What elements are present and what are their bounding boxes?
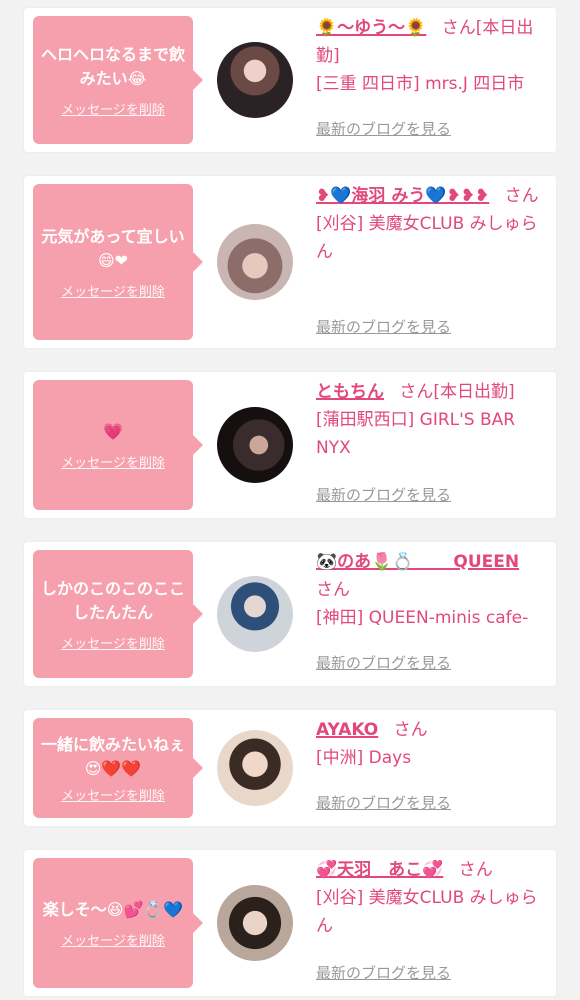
honorific: さん [458,860,493,880]
sender-name-link[interactable]: ともちん [316,382,384,402]
work-status: [本日出勤] [433,382,515,402]
shop-name: [刈谷] 美魔女CLUB みしゅらん [316,214,538,262]
sender-name-link[interactable]: ❥💙海羽 みう💙❥❥❥ [316,186,489,206]
shop-name: [神田] QUEEN-minis cafe- [316,608,529,628]
latest-blog-link[interactable]: 最新のブログを見る [316,316,451,337]
list-item: 楽しそ〜😆💕💍💙 メッセージを削除 💞天羽 あこ💞 さん [刈谷] 美魔女CLU… [24,850,556,996]
avatar[interactable] [217,885,293,961]
honorific: さん [441,18,476,38]
message-bubble: 楽しそ〜😆💕💍💙 メッセージを削除 [33,858,203,988]
shop-name: [三重 四日市] mrs.J 四日市 [316,74,525,94]
delete-message-link[interactable]: メッセージを削除 [61,452,165,471]
message-bubble: ヘロヘロなるまで飲みたい😂 メッセージを削除 [33,16,203,144]
sender-info: 💞天羽 あこ💞 さん [刈谷] 美魔女CLUB みしゅらん [316,856,546,940]
shop-name: [蒲田駅西口] GIRL'S BAR NYX [316,410,516,458]
message-text: 元気があって宜しい😄❤ [41,226,185,270]
message-text: 楽しそ〜😆💕💍💙 [42,899,184,919]
message-bubble: 一緒に飲みたいねぇ😍❤️❤️ メッセージを削除 [33,718,203,818]
message-text: しかのこのこのここしたんたん [41,578,186,622]
message-text: ヘロヘロなるまで飲みたい😂 [41,44,186,88]
honorific: さん [316,580,350,600]
message-bubble: 元気があって宜しい😄❤ メッセージを削除 [33,184,203,340]
sender-info: 🐼のあ🌷💍 QUEEN さん [神田] QUEEN-minis cafe- [316,548,546,632]
list-item: 💗 メッセージを削除 ともちん さん[本日出勤] [蒲田駅西口] GIRL'S … [24,372,556,518]
delete-message-link[interactable]: メッセージを削除 [61,785,165,804]
latest-blog-link[interactable]: 最新のブログを見る [316,118,451,139]
avatar[interactable] [217,730,293,806]
message-text: 💗 [103,421,123,441]
avatar[interactable] [217,224,293,300]
honorific: さん [393,720,428,740]
honorific: さん [504,186,539,206]
latest-blog-link[interactable]: 最新のブログを見る [316,484,451,505]
shop-name: [刈谷] 美魔女CLUB みしゅらん [316,888,538,936]
sender-info: ❥💙海羽 みう💙❥❥❥ さん [刈谷] 美魔女CLUB みしゅらん [316,182,546,266]
latest-blog-link[interactable]: 最新のブログを見る [316,792,451,813]
avatar[interactable] [217,576,293,652]
message-text: 一緒に飲みたいねぇ😍❤️❤️ [41,734,186,778]
list-item: しかのこのこのここしたんたん メッセージを削除 🐼のあ🌷💍 QUEEN さん [… [24,542,556,686]
sender-name-link[interactable]: 💞天羽 あこ💞 [316,860,443,880]
message-bubble: しかのこのこのここしたんたん メッセージを削除 [33,550,203,678]
sender-name-link[interactable]: 🌻〜ゆう〜🌻 [316,18,426,38]
delete-message-link[interactable]: メッセージを削除 [61,633,165,652]
shop-name: [中洲] Days [316,748,412,768]
sender-info: AYAKO さん [中洲] Days [316,716,546,772]
sender-name-link[interactable]: AYAKO [316,720,378,740]
list-item: ヘロヘロなるまで飲みたい😂 メッセージを削除 🌻〜ゆう〜🌻 さん[本日出勤] [… [24,8,556,152]
message-list: ヘロヘロなるまで飲みたい😂 メッセージを削除 🌻〜ゆう〜🌻 さん[本日出勤] [… [0,0,580,1000]
latest-blog-link[interactable]: 最新のブログを見る [316,962,451,983]
avatar[interactable] [217,42,293,118]
message-bubble: 💗 メッセージを削除 [33,380,203,510]
latest-blog-link[interactable]: 最新のブログを見る [316,652,451,673]
avatar[interactable] [217,407,293,483]
delete-message-link[interactable]: メッセージを削除 [61,930,165,949]
sender-name-link[interactable]: 🐼のあ🌷💍 QUEEN [316,552,519,572]
sender-info: 🌻〜ゆう〜🌻 さん[本日出勤] [三重 四日市] mrs.J 四日市 [316,14,546,98]
honorific: さん [399,382,434,402]
list-item: 元気があって宜しい😄❤ メッセージを削除 ❥💙海羽 みう💙❥❥❥ さん [刈谷]… [24,176,556,348]
delete-message-link[interactable]: メッセージを削除 [61,99,165,118]
sender-info: ともちん さん[本日出勤] [蒲田駅西口] GIRL'S BAR NYX [316,378,546,462]
delete-message-link[interactable]: メッセージを削除 [61,281,165,300]
list-item: 一緒に飲みたいねぇ😍❤️❤️ メッセージを削除 AYAKO さん [中洲] Da… [24,710,556,826]
